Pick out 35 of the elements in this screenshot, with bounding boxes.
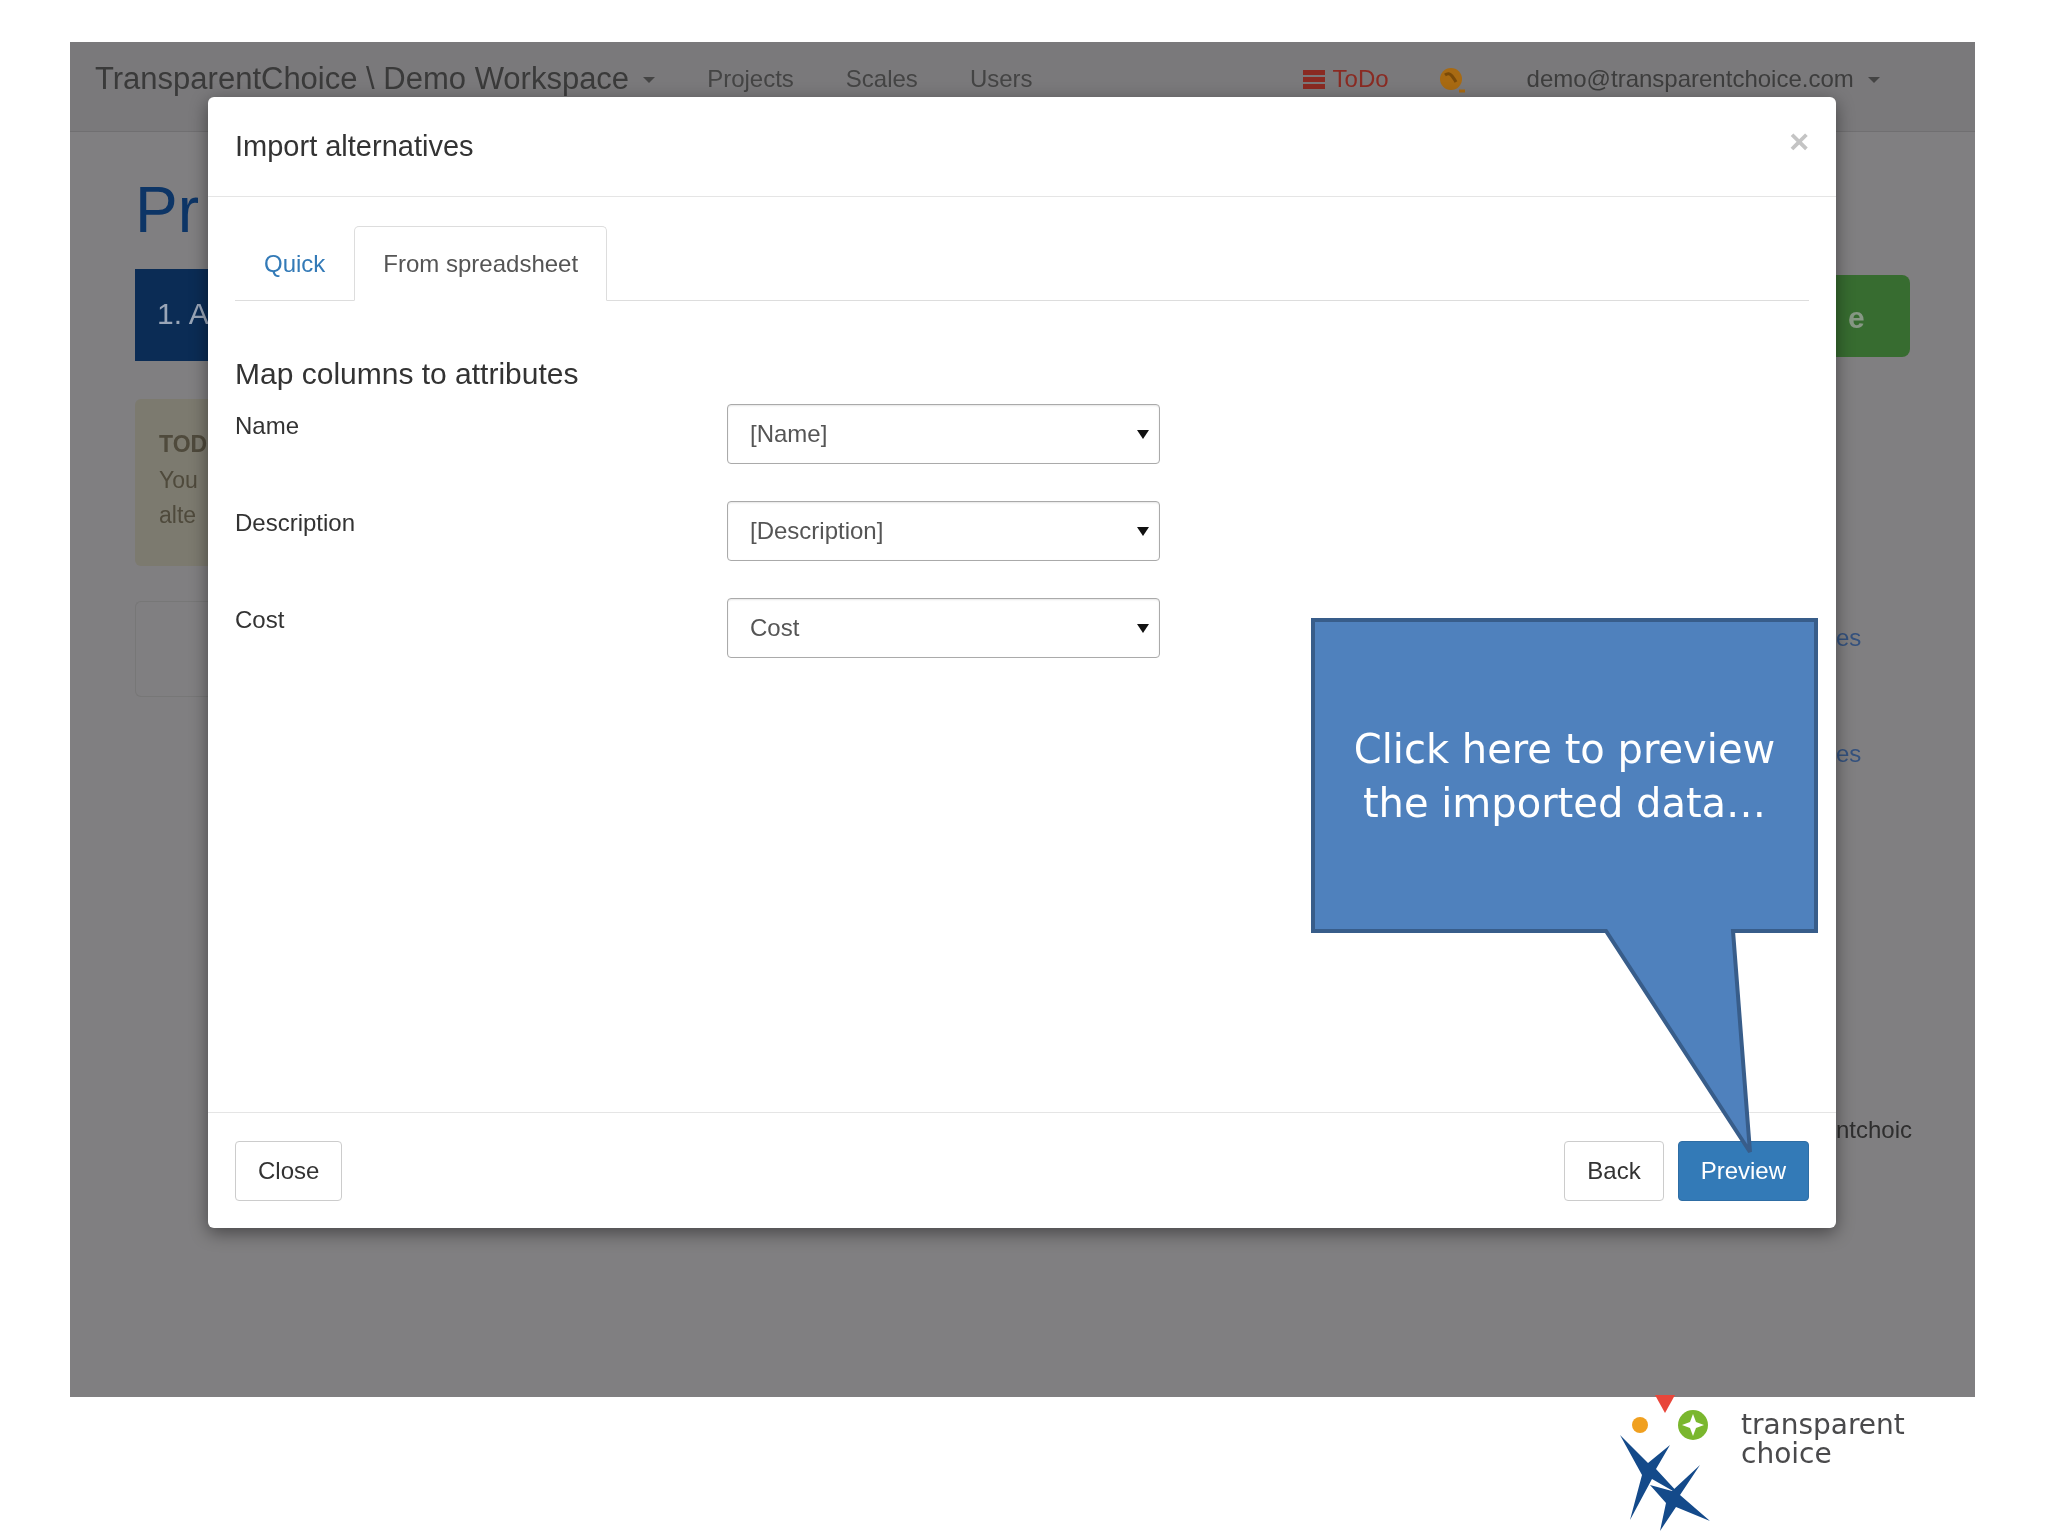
dialog-button[interactable]: Preview [1677, 1140, 1809, 1201]
caret-icon [1137, 623, 1149, 633]
nav-link[interactable]: Users [969, 66, 1033, 93]
modal-title: Import alternatives [235, 128, 474, 164]
field-label: Name [235, 411, 301, 441]
action-button[interactable]: e [1836, 275, 1910, 357]
logo-text: transparent choice [1741, 1409, 1905, 1469]
user-menu[interactable]: demo@transparentchoice.com [1526, 66, 1854, 93]
tab[interactable]: From spreadsheet [354, 226, 608, 301]
field-label: Cost [235, 605, 286, 635]
dialog-button[interactable]: Close [235, 1140, 343, 1201]
page-title: Pr [135, 178, 200, 242]
section-title: Map columns to attributes [235, 356, 580, 392]
link[interactable]: es [1836, 620, 1910, 656]
list-icon [1302, 70, 1325, 89]
nav-link[interactable]: Projects [707, 66, 794, 93]
step-button[interactable]: 1. A [135, 269, 208, 361]
footer-text: ntchoic [1836, 1115, 1910, 1145]
caret-icon [1137, 429, 1149, 439]
select-field[interactable]: [Description] [727, 501, 1160, 561]
field-label: Description [235, 508, 357, 538]
callout-text: Click here to preview the imported data… [1353, 724, 1776, 828]
caret-icon [1137, 526, 1149, 536]
dialog-button[interactable]: Back [1564, 1140, 1664, 1201]
select-field[interactable]: [Name] [727, 404, 1160, 464]
globe-icon [1438, 66, 1467, 93]
select-field[interactable]: Cost [727, 598, 1160, 658]
nav-link[interactable]: Scales [845, 66, 918, 93]
close-button[interactable]: × [1789, 123, 1809, 158]
workspace-menu[interactable]: TransparentChoice \ Demo Workspace [95, 62, 630, 97]
caret-icon [1867, 76, 1880, 83]
tab[interactable]: Quick [235, 226, 355, 301]
todo-link[interactable]: ToDo [1302, 66, 1389, 93]
link[interactable]: es [1836, 736, 1910, 772]
caret-icon [643, 76, 656, 83]
